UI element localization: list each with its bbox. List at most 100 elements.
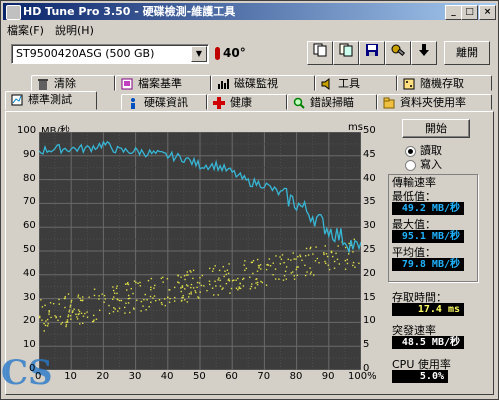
access-time-point — [201, 274, 204, 277]
y-left-tick-label: 20 — [23, 315, 36, 327]
access-time-point — [154, 284, 156, 287]
access-time-point — [305, 247, 308, 250]
access-time-point — [184, 288, 186, 290]
access-time-point — [323, 253, 325, 256]
trash-icon — [37, 78, 49, 90]
y-right-tick-label: 10 — [363, 315, 376, 327]
y-right-tick-label: 25 — [363, 244, 376, 255]
tab-random-access[interactable]: 隨機存取 — [397, 75, 492, 91]
access-time-point — [279, 256, 281, 258]
tab-info[interactable]: 硬碟資訊 — [121, 94, 207, 110]
access-time-point — [146, 299, 148, 301]
options-button[interactable] — [385, 41, 411, 65]
y-left-tick-label: 50 — [23, 244, 36, 255]
access-time-point — [189, 270, 191, 272]
random-access-icon — [403, 78, 415, 90]
access-time-point — [235, 287, 238, 289]
access-time-point — [218, 269, 221, 272]
thermometer-icon — [215, 47, 220, 60]
access-time-point — [77, 309, 80, 311]
maximize-button[interactable]: □ — [461, 5, 478, 20]
menu-help[interactable]: 說明(H) — [55, 22, 94, 38]
access-time-point — [297, 266, 299, 268]
access-time-point — [309, 267, 311, 269]
access-time-point — [104, 298, 106, 300]
access-time-point — [72, 310, 74, 312]
access-time-point — [229, 292, 231, 294]
access-time-point — [326, 255, 329, 258]
access-time-point — [222, 265, 224, 268]
copy-info-button[interactable] — [307, 41, 333, 65]
x-tick-label: 30 — [128, 371, 142, 382]
copy-screenshot-button[interactable] — [333, 41, 359, 65]
access-time-point — [115, 287, 118, 289]
access-time-point — [143, 298, 145, 301]
access-time-point — [150, 288, 152, 291]
y-right-tick-label: 50 — [363, 125, 376, 136]
access-time-point — [282, 279, 285, 281]
radio-write[interactable]: 寫入 — [405, 156, 442, 172]
access-time-point — [233, 279, 235, 281]
minimize-button[interactable]: _ — [445, 5, 462, 20]
arrow-down-icon — [419, 44, 429, 56]
access-time-point — [211, 287, 214, 289]
access-time-point — [130, 287, 132, 290]
tab-tools[interactable]: 工具 — [315, 75, 397, 91]
access-time-point — [324, 260, 326, 263]
exit-button[interactable]: 離開 — [444, 41, 490, 65]
close-button[interactable]: × — [479, 5, 496, 20]
access-time-point — [190, 271, 192, 273]
tab-error-scan[interactable]: 錯誤掃瞄 — [287, 94, 377, 110]
access-time-point — [225, 273, 227, 276]
access-time-point — [103, 301, 105, 303]
access-time-point — [101, 293, 103, 295]
access-time-point — [108, 304, 110, 307]
access-time-point — [296, 274, 298, 277]
chevron-down-icon[interactable]: ▼ — [191, 46, 207, 62]
access-time-point — [237, 277, 239, 280]
drive-select[interactable]: ST9500420ASG (500 GB) ▼ — [11, 44, 209, 64]
access-time-point — [181, 285, 184, 287]
access-time-point — [242, 285, 245, 287]
benchmark-chart — [39, 132, 361, 370]
start-button[interactable]: 開始 — [402, 119, 470, 138]
access-time-point — [40, 299, 42, 301]
access-time-point — [250, 261, 253, 264]
access-time-point — [180, 287, 182, 289]
access-time-point — [187, 285, 189, 287]
access-time-point — [243, 264, 245, 266]
access-time-point — [144, 293, 146, 296]
tab-erase[interactable]: 清除 — [31, 75, 115, 91]
tab-folder-usage[interactable]: 資料夾使用率 — [377, 94, 492, 110]
tab-file-benchmark[interactable]: 檔案基準 — [115, 75, 211, 91]
tab-benchmark[interactable]: 標準測試 — [5, 91, 97, 110]
x-tick-label: 100% — [348, 371, 377, 382]
access-time-point — [71, 311, 74, 313]
access-time-point — [318, 262, 320, 264]
save-button[interactable] — [359, 41, 385, 65]
download-button[interactable] — [411, 41, 437, 65]
menu-file[interactable]: 檔案(F) — [7, 22, 44, 38]
access-time-point — [65, 325, 67, 328]
access-time-point — [284, 270, 287, 273]
access-time-point — [126, 289, 128, 291]
access-time-point — [58, 303, 60, 305]
access-time-point — [65, 324, 68, 326]
y-left-tick-label: 10 — [23, 339, 36, 351]
file-benchmark-icon — [121, 78, 133, 90]
access-time-point — [186, 301, 189, 303]
max-value: 95.1 MB/秒 — [392, 230, 464, 243]
access-time-value: 17.4 ms — [392, 303, 464, 316]
access-time-point — [188, 293, 191, 295]
tab-disk-monitor[interactable]: 磁碟監視 — [211, 75, 315, 91]
access-time-point — [68, 311, 70, 313]
access-time-point — [73, 308, 75, 310]
copy-icon — [313, 43, 327, 57]
access-time-point — [259, 264, 262, 266]
access-time-point — [209, 283, 211, 286]
access-time-point — [76, 316, 78, 318]
access-time-point — [256, 258, 259, 261]
disk-monitor-icon — [217, 78, 229, 90]
toolbar: ST9500420ASG (500 GB) ▼ 40° 離開 — [3, 39, 496, 69]
tab-health[interactable]: 健康 — [207, 94, 287, 110]
